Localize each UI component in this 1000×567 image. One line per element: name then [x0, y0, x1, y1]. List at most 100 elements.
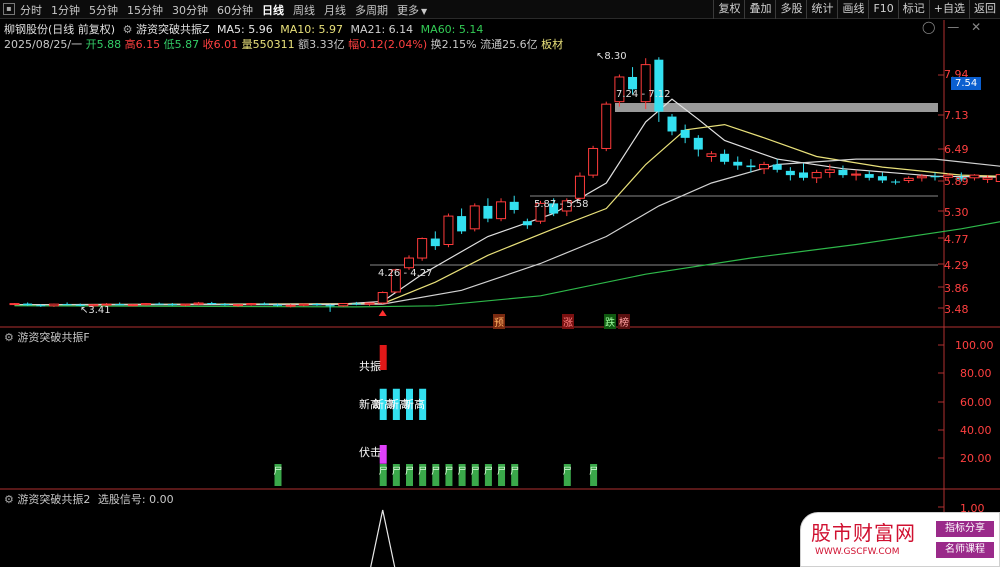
candle-body: [811, 171, 822, 179]
event-badge-fall[interactable]: 跌: [604, 314, 616, 329]
quote-date: 2025/08/25/一: [4, 38, 83, 51]
p2-axis-20: 20.00: [960, 452, 992, 465]
quote-amount: 额3.33亿: [298, 38, 345, 51]
quote-close: 收6.01: [202, 38, 239, 51]
ma5-line: [14, 98, 1000, 306]
candles[interactable]: [9, 57, 1000, 312]
ma21-value: MA21: 6.14: [350, 23, 414, 36]
quote-float: 流通25.6亿: [480, 38, 538, 51]
gear-icon[interactable]: ⚙: [4, 331, 14, 344]
candle-body: [220, 304, 230, 306]
candle-body: [9, 303, 20, 306]
close-icon[interactable]: ✕: [971, 20, 981, 34]
ma60-value: MA60: 5.14: [420, 23, 484, 36]
tab-1min[interactable]: 1分钟: [51, 2, 80, 18]
candle-body: [285, 304, 296, 307]
period-tabs: 分时 1分钟 5分钟 15分钟 30分钟 60分钟 日线 周线 月线 多周期 更…: [20, 0, 436, 19]
axis-label-7: 4.77: [944, 233, 969, 246]
p2-axis-60: 60.00: [960, 396, 992, 409]
gear-icon[interactable]: ⚙: [123, 23, 133, 36]
candle-body: [877, 176, 887, 181]
axis-label-4: 6.49: [944, 143, 969, 156]
tab-15min[interactable]: 15分钟: [127, 2, 163, 18]
overlay-button[interactable]: 叠加: [744, 0, 775, 19]
panel-controls: ◯ — ✕: [922, 20, 981, 34]
ma5-value: MA5: 5.96: [217, 23, 273, 36]
multi-stock-button[interactable]: 多股: [775, 0, 806, 19]
gear-icon[interactable]: ⚙: [4, 493, 14, 506]
candle-body: [759, 163, 770, 170]
tab-5min[interactable]: 5分钟: [89, 2, 118, 18]
statistics-button[interactable]: 统计: [806, 0, 837, 19]
candle-body: [115, 304, 125, 306]
candle-body: [522, 221, 532, 226]
new-high-label-4: 新高: [403, 398, 425, 411]
candle-body: [298, 303, 309, 306]
f10-button[interactable]: F10: [868, 0, 897, 19]
stock-name[interactable]: 柳钢股份(日线 前复权): [4, 23, 115, 36]
candle-body: [930, 176, 940, 178]
small-mark-glyph: 尸: [378, 467, 388, 477]
tab-daily[interactable]: 日线: [262, 2, 284, 18]
panel3-header: ⚙ 游资突破共振2 选股信号: 0.00: [4, 491, 174, 507]
tab-60min[interactable]: 60分钟: [217, 2, 253, 18]
candle-body: [325, 305, 335, 307]
add-watchlist-button[interactable]: +自选: [928, 0, 969, 19]
quote-change: 幅0.12(2.04%): [348, 38, 428, 51]
candle-body: [496, 201, 507, 220]
candle-body: [312, 304, 322, 306]
watermark: 股市财富网 WWW.GSCFW.COM 指标分享 名师课程: [800, 512, 1000, 567]
candle-body: [851, 173, 862, 176]
quote-low: 低5.87: [163, 38, 200, 51]
candle-body: [167, 304, 177, 306]
window-menu-icon[interactable]: ▪: [3, 3, 15, 15]
panel3-title[interactable]: 游资突破共振2: [17, 493, 90, 506]
tab-monthly[interactable]: 月线: [324, 2, 346, 18]
signal-spike: [370, 509, 396, 567]
settings-icon[interactable]: ◯: [922, 20, 935, 34]
indicator-name[interactable]: 游资突破共振Z: [136, 23, 210, 36]
candle-body: [36, 305, 46, 307]
candle-body: [799, 172, 808, 178]
candle-body: [733, 161, 743, 166]
small-mark-glyph: 尸: [497, 467, 507, 477]
candle-body: [233, 304, 244, 307]
event-badge-forecast[interactable]: 预: [493, 314, 505, 329]
axis-label-10: 3.48: [944, 303, 969, 316]
adjust-button[interactable]: 复权: [713, 0, 744, 19]
tab-more[interactable]: 更多 ▼: [397, 2, 427, 18]
tab-more-label: 更多: [397, 3, 419, 17]
candle-body: [127, 304, 138, 307]
mark-button[interactable]: 标记: [897, 0, 929, 19]
minimize-icon[interactable]: —: [947, 20, 959, 34]
tab-intraday[interactable]: 分时: [20, 2, 42, 18]
chevron-down-icon: ▼: [421, 6, 428, 16]
quote-open: 开5.88: [85, 38, 122, 51]
small-mark-glyph: 尸: [391, 467, 401, 477]
resistance-band: [615, 103, 938, 112]
watermark-url: WWW.GSCFW.COM: [815, 547, 900, 557]
candle-body: [23, 303, 33, 306]
candle-body: [246, 303, 257, 306]
kline-chart[interactable]: [0, 0, 1000, 567]
tab-30min[interactable]: 30分钟: [172, 2, 208, 18]
high-annotation: ↖8.30: [596, 51, 627, 62]
watermark-tag-course[interactable]: 名师课程: [936, 542, 994, 558]
candle-body: [746, 165, 756, 168]
watermark-tag-share[interactable]: 指标分享: [936, 521, 994, 537]
small-mark-glyph: 尸: [273, 467, 283, 477]
quote-turnover: 换2.15%: [430, 38, 477, 51]
small-mark-glyph: 尸: [444, 467, 454, 477]
back-button[interactable]: 返回: [969, 0, 1000, 19]
small-mark-glyph: 尸: [470, 467, 480, 477]
small-mark-glyph: 尸: [483, 467, 493, 477]
candle-body: [141, 303, 151, 306]
high-value: 8.30: [604, 51, 627, 62]
tab-weekly[interactable]: 周线: [293, 2, 315, 18]
candle-body: [404, 257, 414, 269]
tab-multi-period[interactable]: 多周期: [355, 2, 388, 18]
draw-line-button[interactable]: 画线: [837, 0, 868, 19]
event-badge-rise[interactable]: 涨: [562, 314, 574, 329]
panel2-title[interactable]: 游资突破共振F: [17, 331, 89, 344]
event-badge-list[interactable]: 榜: [618, 314, 630, 329]
